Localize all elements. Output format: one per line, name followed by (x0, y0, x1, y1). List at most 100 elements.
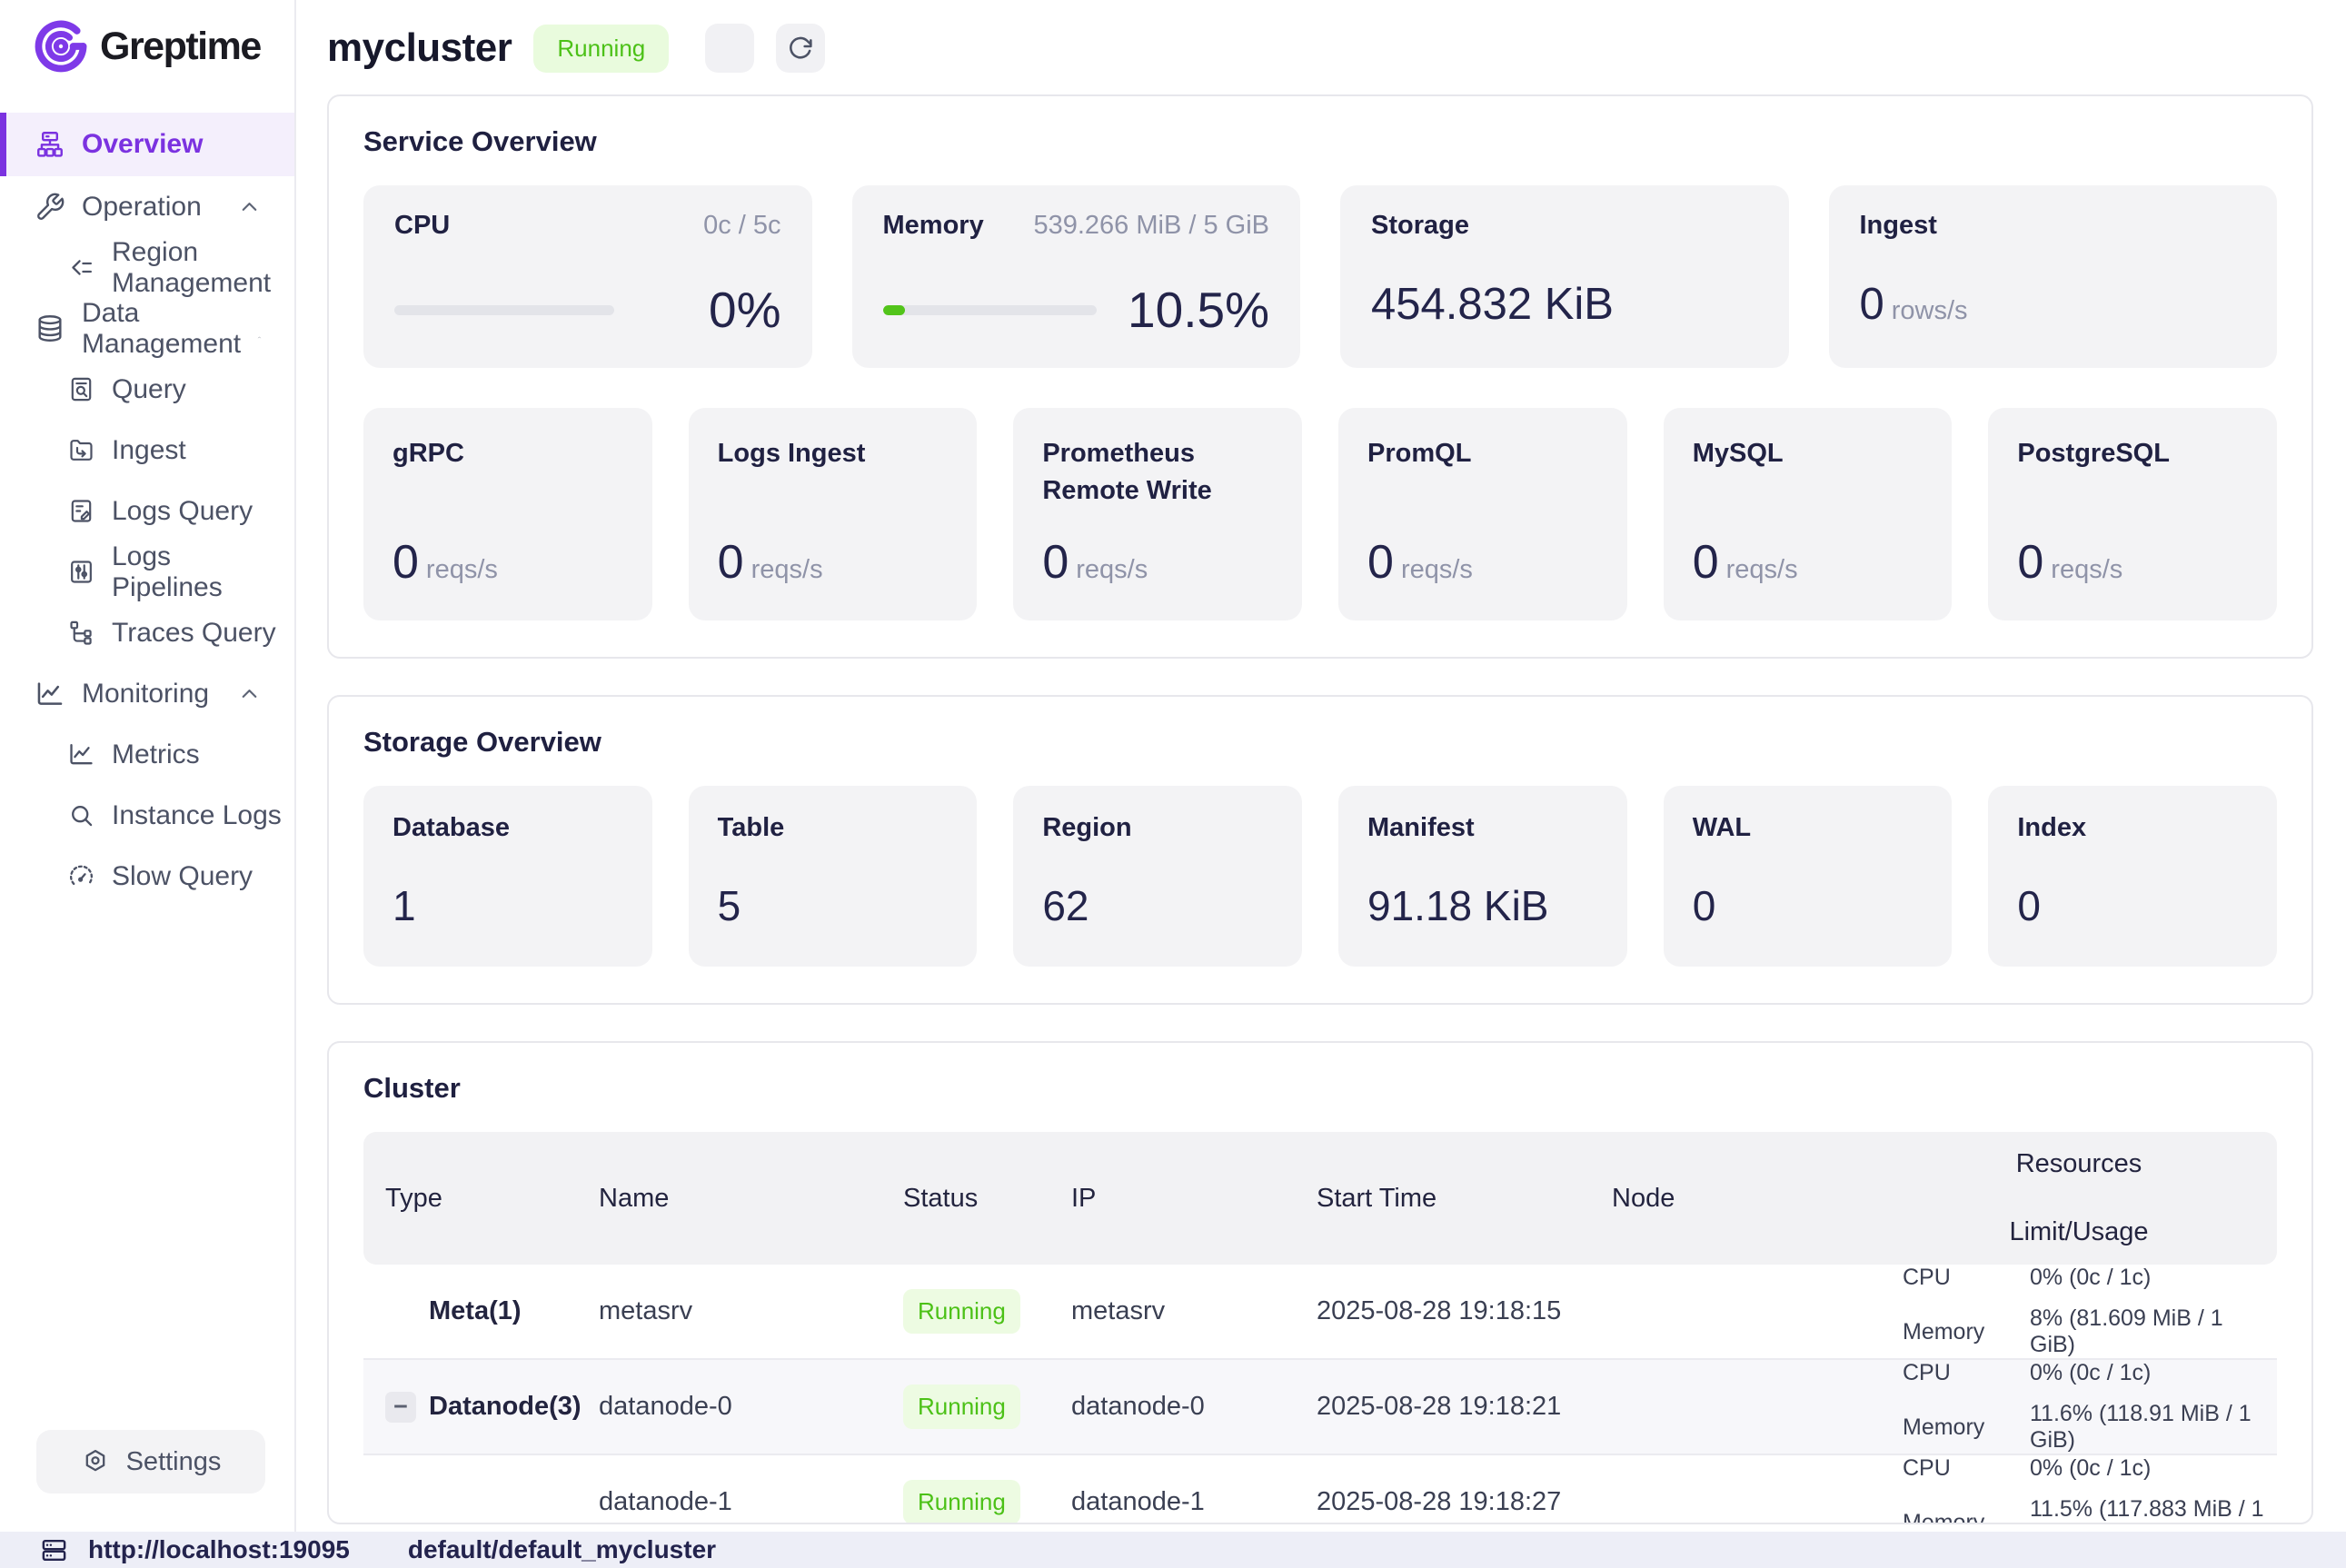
refresh-button[interactable] (776, 24, 825, 73)
sidebar-footer: Settings (0, 1430, 294, 1532)
cpu-card: CPU 0c / 5c 0% (363, 185, 812, 368)
sidebar-item-label: Overview (82, 129, 203, 160)
ingest-folder-icon (67, 436, 95, 464)
col-node: Node (1599, 1184, 1890, 1214)
settings-label: Settings (126, 1447, 222, 1477)
chevron-up-icon[interactable] (237, 681, 262, 706)
cluster-status-badge: Running (533, 25, 669, 73)
memory-label: Memory (883, 211, 984, 241)
cpu-percent: 0% (645, 281, 781, 339)
logs-ingest-card: Logs Ingest 0reqs/s (689, 408, 978, 620)
col-resources: Resources Limit/Usage (1890, 1149, 2268, 1247)
blank-icon-button[interactable] (705, 24, 754, 73)
query-doc-icon (67, 375, 95, 403)
cell-ip: metasrv (1059, 1296, 1304, 1326)
rate-label: gRPC (393, 435, 623, 510)
sidebar-item-ingest[interactable]: Ingest (0, 420, 294, 481)
panel-title: Service Overview (363, 125, 2277, 158)
sidebar-item-label: Query (112, 374, 186, 405)
ingest-unit: rows/s (1892, 296, 1968, 325)
cell-name: metasrv (586, 1296, 890, 1326)
sidebar-section-label: Monitoring (82, 679, 209, 710)
sidebar-item-label: Region Management (112, 237, 285, 299)
traces-tree-icon (67, 619, 95, 647)
sidebar-section-operation[interactable]: Operation (0, 176, 294, 237)
status-badge: Running (903, 1289, 1020, 1334)
rate-value-row: 0reqs/s (2017, 535, 2248, 590)
mysql-card: MySQL 0reqs/s (1664, 408, 1953, 620)
monitoring-chart-icon (35, 679, 65, 710)
table-row-datanode-1[interactable]: datanode-1 Running datanode-1 2025-08-28… (363, 1455, 2277, 1524)
sidebar-item-metrics[interactable]: Metrics (0, 724, 294, 785)
app-window: Greptime Overview Operation Region Manag… (0, 0, 2346, 1532)
ingest-label: Ingest (1860, 211, 1937, 241)
sidebar-section-monitoring[interactable]: Monitoring (0, 663, 294, 724)
rate-value-row: 0reqs/s (718, 535, 949, 590)
logs-query-icon (67, 497, 95, 525)
chevron-up-icon[interactable] (237, 194, 262, 219)
memory-progress-track (883, 305, 1098, 315)
prometheus-remote-write-card: Prometheus Remote Write 0reqs/s (1013, 408, 1302, 620)
refresh-icon (786, 34, 815, 63)
sidebar-item-region-management[interactable]: Region Management (0, 237, 294, 298)
rate-label: Logs Ingest (718, 435, 949, 510)
sidebar-item-logs-query[interactable]: Logs Query (0, 481, 294, 541)
database-icon (35, 313, 65, 344)
storage-overview-panel: Storage Overview Database 1 Table 5 Regi… (327, 695, 2313, 1005)
sidebar-item-label: Ingest (112, 435, 186, 466)
sidebar: Greptime Overview Operation Region Manag… (0, 0, 296, 1532)
storage-value: 454.832 KiB (1371, 279, 1758, 330)
sidebar-item-instance-logs[interactable]: Instance Logs (0, 785, 294, 846)
greptime-logo[interactable]: Greptime (0, 0, 294, 89)
cell-resources: CPU0% (0c / 1c) Memory11.6% (118.91 MiB … (1890, 1360, 2268, 1454)
brand-wordmark: Greptime (100, 25, 261, 69)
server-url[interactable]: http://localhost:19095 (88, 1535, 350, 1564)
rate-value-row: 0reqs/s (1367, 535, 1598, 590)
panel-title: Cluster (363, 1072, 2277, 1105)
server-icon (40, 1536, 68, 1564)
cell-name: datanode-0 (586, 1392, 890, 1422)
manifest-size-card: Manifest 91.18 KiB (1338, 786, 1627, 967)
table-count-card: Table 5 (689, 786, 978, 967)
cell-ip: datanode-1 (1059, 1487, 1304, 1517)
current-database[interactable]: default/default_mycluster (408, 1535, 716, 1564)
rate-label: Prometheus Remote Write (1042, 435, 1273, 510)
sidebar-item-query[interactable]: Query (0, 359, 294, 420)
database-count-card: Database 1 (363, 786, 652, 967)
sidebar-item-label: Traces Query (112, 618, 276, 649)
sidebar-item-label: Instance Logs (112, 800, 282, 831)
ingest-card: Ingest 0rows/s (1829, 185, 2278, 368)
memory-detail: 539.266 MiB / 5 GiB (1033, 211, 1269, 241)
table-row-datanode-0[interactable]: −Datanode(3) datanode-0 Running datanode… (363, 1360, 2277, 1455)
sidebar-item-slow-query[interactable]: Slow Query (0, 846, 294, 907)
region-count-card: Region 62 (1013, 786, 1302, 967)
ingest-value: 0rows/s (1860, 279, 2247, 330)
gauge-icon (67, 862, 95, 890)
rate-label: PostgreSQL (2017, 435, 2248, 510)
rate-value-row: 0reqs/s (393, 535, 623, 590)
cluster-icon (35, 129, 65, 160)
metrics-chart-icon (67, 740, 95, 769)
wal-size-card: WAL 0 (1664, 786, 1953, 967)
memory-card: Memory 539.266 MiB / 5 GiB 10.5% (852, 185, 1301, 368)
col-type: Type (373, 1184, 586, 1214)
cell-ip: datanode-0 (1059, 1392, 1304, 1422)
sidebar-item-traces-query[interactable]: Traces Query (0, 602, 294, 663)
settings-button[interactable]: Settings (36, 1430, 265, 1494)
table-row-meta[interactable]: Meta(1) metasrv Running metasrv 2025-08-… (363, 1265, 2277, 1360)
sidebar-section-data-management[interactable]: Data Management (0, 298, 294, 359)
cpu-progress-track (394, 305, 614, 315)
sidebar-item-overview[interactable]: Overview (0, 113, 294, 176)
storage-card: Storage 454.832 KiB (1340, 185, 1789, 368)
rate-label: MySQL (1693, 435, 1924, 510)
cell-start-time: 2025-08-28 19:18:21 (1304, 1392, 1599, 1422)
cell-start-time: 2025-08-28 19:18:27 (1304, 1487, 1599, 1517)
memory-percent: 10.5% (1128, 281, 1269, 339)
sidebar-item-logs-pipelines[interactable]: Logs Pipelines (0, 541, 294, 602)
status-badge: Running (903, 1384, 1020, 1429)
sidebar-item-label: Logs Pipelines (112, 541, 285, 603)
collapse-toggle[interactable]: − (385, 1392, 416, 1423)
index-size-card: Index 0 (1988, 786, 2277, 967)
storage-label: Storage (1371, 211, 1469, 241)
chevron-up-icon[interactable] (257, 316, 262, 341)
